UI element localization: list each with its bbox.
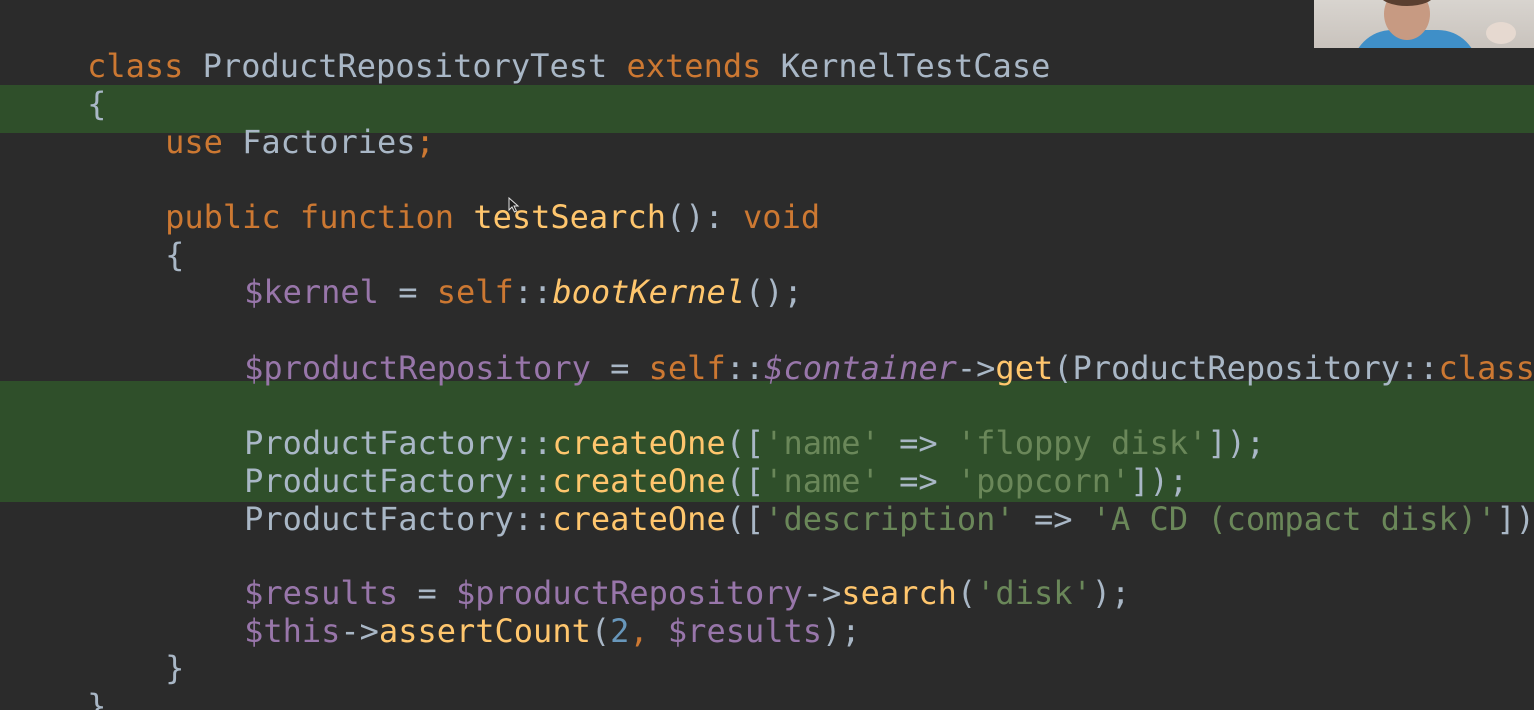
- close-args: ]);: [1496, 500, 1534, 538]
- code-line-assert: $this->assertCount(2, $results);: [167, 574, 861, 650]
- method-name: testSearch: [473, 198, 666, 236]
- close-args: ]);: [1207, 424, 1266, 462]
- keyword-extends: extends: [626, 47, 762, 85]
- assign-operator: =: [590, 349, 649, 387]
- call-close: );: [1091, 574, 1131, 612]
- assert-count-call: assertCount: [378, 612, 591, 650]
- fat-arrow: =>: [1014, 500, 1092, 538]
- arrow-operator: ->: [956, 349, 996, 387]
- count-number: 2: [610, 612, 630, 650]
- code-line-search: $results = $productRepository->search('d…: [167, 536, 1130, 612]
- repository-class-arg: (ProductRepository::: [1053, 349, 1439, 387]
- keyword-class-const: class: [1438, 349, 1534, 387]
- code-line-factory-1: ProductFactory::createOne(['name' => 'fl…: [167, 386, 1265, 462]
- parent-class-name: KernelTestCase: [780, 47, 1051, 85]
- open-paren: (: [956, 574, 977, 612]
- code-line-method-open-brace: {: [88, 198, 184, 274]
- variable-product-repository: $productRepository: [244, 349, 591, 387]
- keyword-use: use: [165, 123, 223, 161]
- scope-operator: ::: [513, 273, 553, 311]
- comma: ,: [629, 612, 668, 650]
- code-line-class-declaration: class ProductRepositoryTest extends Kern…: [10, 9, 1050, 85]
- code-line-use-trait: use Factories;: [88, 85, 435, 161]
- code-line-class-close-brace: }: [10, 649, 106, 710]
- scope-operator: ::: [725, 349, 765, 387]
- webcam-person-hand: [1486, 22, 1516, 44]
- boot-kernel-call: bootKernel: [552, 273, 745, 311]
- array-value: 'A CD (compact disk)': [1091, 500, 1497, 538]
- code-line-factory-3: ProductFactory::createOne(['description'…: [167, 462, 1534, 538]
- code-line-factory-2: ProductFactory::createOne(['name' => 'po…: [167, 424, 1188, 500]
- open-paren: (: [590, 612, 611, 650]
- class-close-brace: }: [87, 687, 107, 710]
- variable-this: $this: [244, 612, 341, 650]
- factory-class: ProductFactory: [244, 500, 514, 538]
- array-key: 'description': [764, 500, 1015, 538]
- class-name: ProductRepositoryTest: [202, 47, 608, 85]
- keyword-function: function: [299, 198, 455, 236]
- create-one-call: createOne: [552, 500, 726, 538]
- keyword-void: void: [743, 198, 821, 236]
- code-line-method-signature: public function testSearch(): void: [88, 160, 820, 236]
- code-line-class-open-brace: {: [10, 47, 106, 123]
- open-args: ([: [725, 500, 765, 538]
- call-parens: ();: [744, 273, 803, 311]
- code-line-boot-kernel: $kernel = self::bootKernel();: [167, 235, 803, 311]
- variable-results: $results: [667, 612, 823, 650]
- mouse-pointer-icon: [508, 197, 520, 213]
- container-property: $container: [764, 349, 957, 387]
- scope-operator: ::: [513, 500, 553, 538]
- code-line-method-close-brace: }: [88, 611, 184, 687]
- trait-name: Factories: [242, 123, 416, 161]
- keyword-self: self: [436, 273, 514, 311]
- code-line-get-repository: $productRepository = self::$container->g…: [167, 311, 1534, 387]
- call-close: );: [822, 612, 861, 650]
- assign-operator: =: [378, 273, 437, 311]
- get-call: get: [995, 349, 1054, 387]
- variable-kernel: $kernel: [244, 273, 379, 311]
- webcam-overlay: [1314, 0, 1534, 48]
- code-editor[interactable]: class ProductRepositoryTest extends Kern…: [0, 0, 1534, 710]
- arrow-operator: ->: [340, 612, 379, 650]
- keyword-self: self: [648, 349, 726, 387]
- method-signature-parens: ():: [665, 198, 744, 236]
- search-argument: 'disk': [976, 574, 1092, 612]
- semicolon: ;: [415, 123, 435, 161]
- method-close-brace: }: [165, 649, 185, 687]
